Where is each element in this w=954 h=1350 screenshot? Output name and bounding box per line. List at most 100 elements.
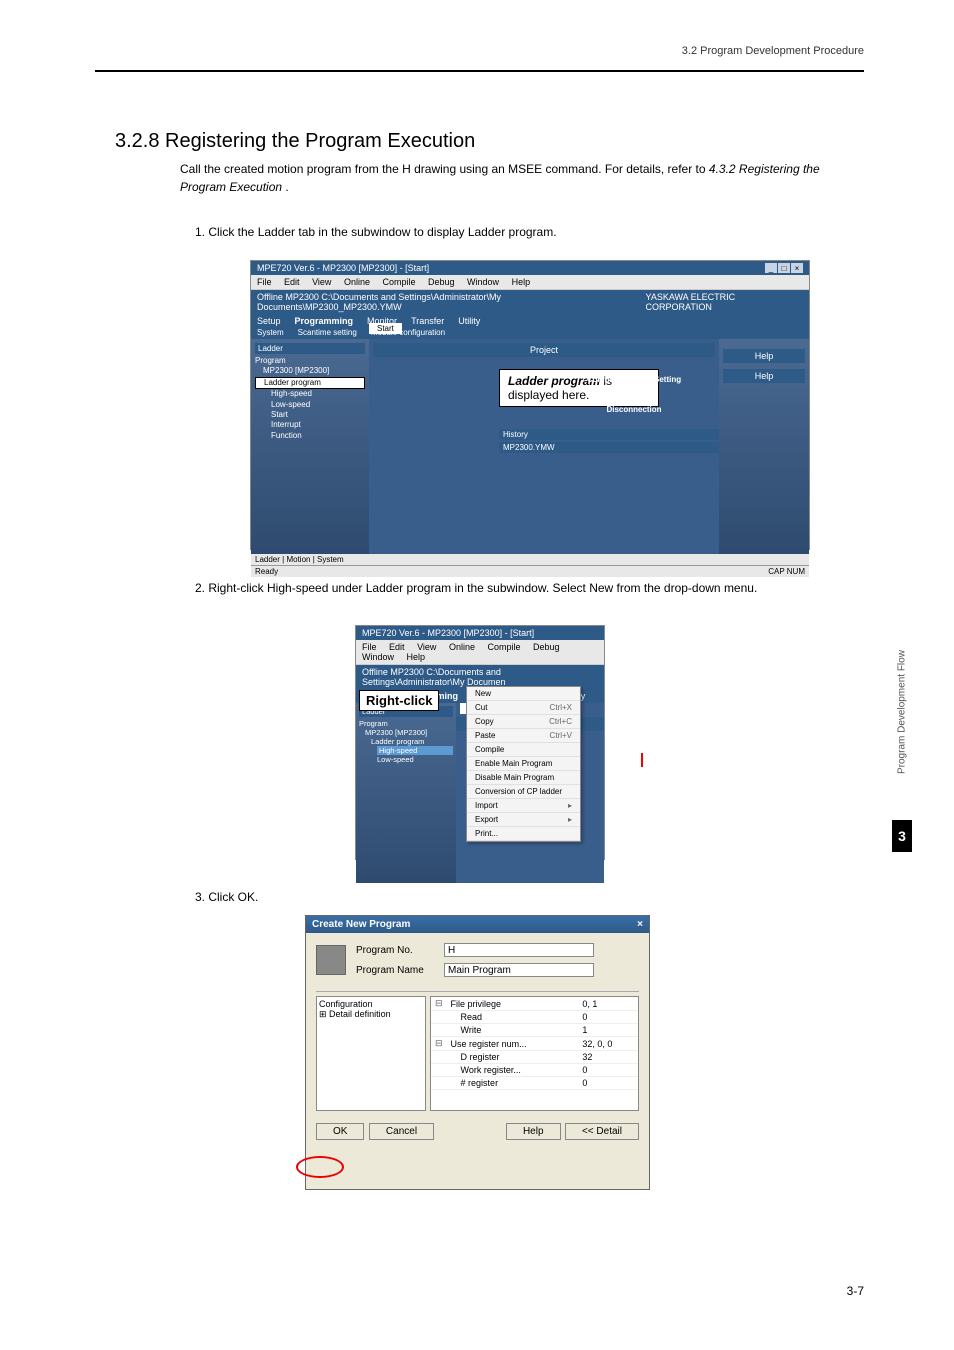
ctx-high-speed[interactable]: High-speed [377,746,453,755]
ctx-menu-help[interactable]: Help [407,652,426,662]
menu-debug[interactable]: Debug [428,277,455,287]
grid-label: File privilege [447,997,579,1011]
ctx-item-disable[interactable]: Disable Main Program [467,771,580,785]
menu-view[interactable]: View [312,277,331,287]
help-button-1[interactable]: Help [723,349,805,363]
ctx-menu-file[interactable]: File [362,642,377,652]
new-arrow-label: New [631,738,652,749]
ide-body: Ladder Program MP2300 [MP2300] Ladder pr… [251,339,809,554]
leftlist-detail[interactable]: ⊞ Detail definition [319,1009,423,1020]
help-button-2[interactable]: Help [723,369,805,383]
ctx-item-paste[interactable]: PasteCtrl+V [467,729,580,743]
tree-function[interactable]: Function [255,431,365,441]
step-3-text: 3. Click OK. [195,890,258,904]
intro-text: Call the created motion program from the… [180,160,859,196]
ctx-sidebar: Ladder Program MP2300 [MP2300] Ladder pr… [356,703,456,883]
ctx-ladder-prog[interactable]: Ladder program [359,737,453,746]
history-item[interactable]: MP2300.YMW [499,442,719,453]
ctx-menu-online[interactable]: Online [449,642,475,652]
subtab-scantime[interactable]: Scantime setting [298,328,357,337]
ok-button[interactable]: OK [316,1123,364,1140]
dialog-close-icon[interactable]: × [637,919,643,930]
ctx-item-cut[interactable]: CutCtrl+X [467,701,580,715]
tab-utility[interactable]: Utility [458,316,480,326]
grid-row-file-priv[interactable]: ⊟File privilege0, 1 [431,997,638,1011]
tab-programming[interactable]: Programming [295,316,354,326]
disconnection[interactable]: Disconnection [559,405,709,414]
ctx-menu-compile[interactable]: Compile [487,642,520,652]
dialog-separator [316,991,639,992]
ctx-root[interactable]: MP2300 [MP2300] [359,728,453,737]
cancel-button[interactable]: Cancel [369,1123,434,1140]
tree-ladder-program[interactable]: Ladder program [255,377,365,389]
ctx-item-new[interactable]: New [467,687,580,701]
detail-button[interactable]: << Detail [565,1123,639,1140]
help-button[interactable]: Help [506,1123,561,1140]
bottom-tab-motion[interactable]: Motion [286,555,310,564]
maximize-icon[interactable]: □ [778,263,790,273]
leftlist-config[interactable]: Configuration [319,999,423,1009]
ctx-program: Program [359,719,453,728]
grid-row-usereg[interactable]: ⊟Use register num...32, 0, 0 [431,1037,638,1051]
grid-row-write[interactable]: Write1 [431,1024,638,1037]
ide-tabstrip: Setup Programming Monitor Transfer Utili… [251,314,809,328]
ctx-item-paste-label: Paste [475,731,495,740]
grid-row-read[interactable]: Read0 [431,1011,638,1024]
close-icon[interactable]: × [791,263,803,273]
menu-file[interactable]: File [257,277,272,287]
minimize-icon[interactable]: _ [765,263,777,273]
help-panel: Help Help [719,339,809,554]
menu-compile[interactable]: Compile [382,277,415,287]
comm-setting[interactable]: Communications Setting [559,375,709,384]
dialog-grid: ⊟File privilege0, 1 Read0 Write1 ⊟Use re… [430,996,639,1111]
ctx-menu-debug[interactable]: Debug [533,642,560,652]
ctx-titlebar: MPE720 Ver.6 - MP2300 [MP2300] - [Start] [356,626,604,640]
grid-row-hreg[interactable]: # register0 [431,1077,638,1090]
step-1-text: 1. Click the Ladder tab in the subwindow… [195,225,557,239]
ctx-item-copy[interactable]: CopyCtrl+C [467,715,580,729]
ctx-item-print[interactable]: Print... [467,827,580,841]
ctx-menu-window[interactable]: Window [362,652,394,662]
ctx-low-speed[interactable]: Low-speed [359,755,453,764]
progname-input[interactable]: Main Program [444,963,594,977]
ctx-menu-view[interactable]: View [417,642,436,652]
dialog-fields: Program No. H Program Name Main Program [356,943,594,977]
start-tab[interactable]: Start [369,323,402,334]
dialog-screenshot: Create New Program × Program No. H Progr… [305,915,650,1190]
tree-program: Program [255,356,365,366]
new-arrow-icon [641,753,643,767]
page-header: 3.2 Program Development Procedure [682,45,864,57]
menu-online[interactable]: Online [344,277,370,287]
connection[interactable]: Connection [559,390,709,399]
ide-main: Start Project Ladder program is displaye… [369,339,719,554]
tree-low-speed[interactable]: Low-speed [255,400,365,410]
panel-project: Project [373,343,715,357]
tree-interrupt[interactable]: Interrupt [255,420,365,430]
tree-root[interactable]: MP2300 [MP2300] [255,366,365,376]
menu-edit[interactable]: Edit [284,277,300,287]
ctx-item-compile[interactable]: Compile [467,743,580,757]
menu-window[interactable]: Window [467,277,499,287]
progno-input[interactable]: H [444,943,594,957]
ide-statusbar: Ready CAP NUM [251,565,809,577]
connection-panel: Communications Setting Connection Discon… [559,369,709,420]
tree-high-speed[interactable]: High-speed [255,389,365,399]
grid-row-workreg[interactable]: Work register...0 [431,1064,638,1077]
ctx-item-enable[interactable]: Enable Main Program [467,757,580,771]
menu-help[interactable]: Help [512,277,531,287]
subtab-system[interactable]: System [257,328,284,337]
ctx-item-import[interactable]: Import▸ [467,799,580,813]
grid-row-dreg[interactable]: D register32 [431,1051,638,1064]
ctx-item-convert[interactable]: Conversion of CP ladder [467,785,580,799]
ctx-item-export[interactable]: Export▸ [467,813,580,827]
ctx-menu-edit[interactable]: Edit [389,642,405,652]
tree-start[interactable]: Start [255,410,365,420]
bottom-tab-system[interactable]: System [317,555,344,564]
tab-transfer[interactable]: Transfer [411,316,444,326]
grid-value: 0 [578,1064,638,1077]
tab-setup[interactable]: Setup [257,316,281,326]
section-heading: 3.2.8 Registering the Program Execution [115,130,475,153]
dialog-title: Create New Program [312,919,410,930]
bottom-tab-ladder[interactable]: Ladder [255,555,280,564]
grid-label: # register [447,1077,579,1090]
